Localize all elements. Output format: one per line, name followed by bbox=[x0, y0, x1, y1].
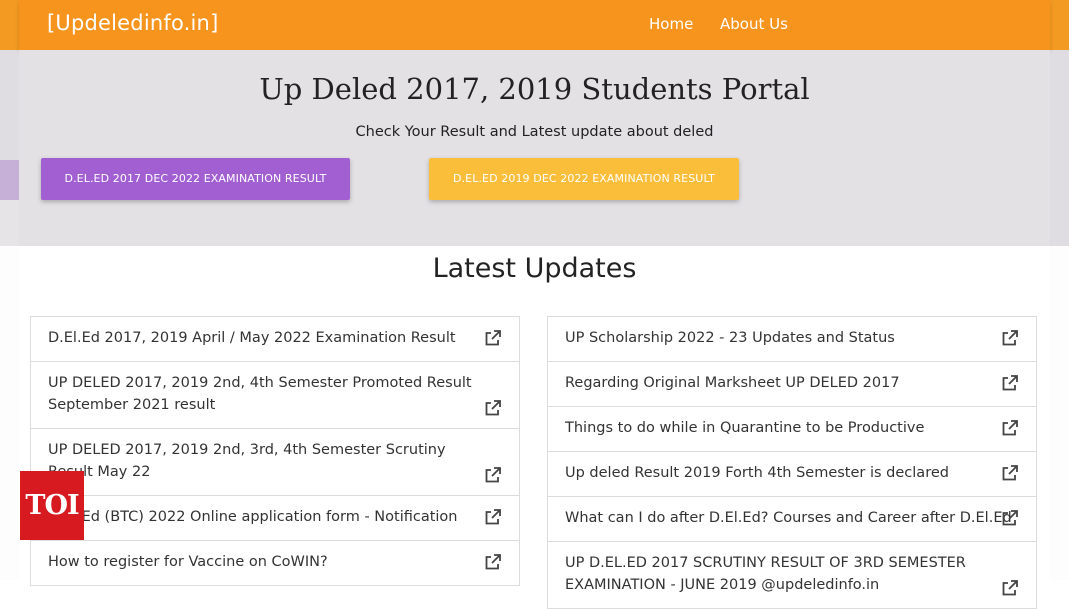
list-item[interactable]: What can I do after D.El.Ed? Courses and… bbox=[548, 497, 1036, 542]
external-link-icon bbox=[1002, 580, 1018, 596]
hero-subtitle: Check Your Result and Latest update abou… bbox=[355, 124, 714, 140]
list-item[interactable]: D.El.Ed 2017, 2019 April / May 2022 Exam… bbox=[31, 317, 519, 362]
external-link-icon bbox=[1002, 510, 1018, 526]
toi-watermark-logo: TOI bbox=[20, 471, 84, 540]
side-strip-left bbox=[0, 0, 19, 580]
side-strip-right bbox=[1050, 0, 1069, 580]
list-item-label: D.El.Ed 2017, 2019 April / May 2022 Exam… bbox=[48, 330, 456, 346]
list-item[interactable]: UP DELED 2017, 2019 2nd, 4th Semester Pr… bbox=[31, 362, 519, 429]
list-item-label: UP Scholarship 2022 - 23 Updates and Sta… bbox=[565, 330, 895, 346]
list-item[interactable]: Things to do while in Quarantine to be P… bbox=[548, 407, 1036, 452]
list-item[interactable]: How to register for Vaccine on CoWIN? bbox=[31, 541, 519, 586]
updates-list-right: UP Scholarship 2022 - 23 Updates and Sta… bbox=[547, 316, 1037, 609]
external-link-icon bbox=[1002, 465, 1018, 481]
list-item-label: UP DELED 2017, 2019 2nd, 3rd, 4th Semest… bbox=[48, 442, 446, 480]
external-link-icon bbox=[485, 554, 501, 570]
list-item-label: Things to do while in Quarantine to be P… bbox=[565, 420, 925, 436]
list-item-label: UP DELED 2017, 2019 2nd, 4th Semester Pr… bbox=[48, 375, 472, 413]
external-link-icon bbox=[1002, 420, 1018, 436]
list-item[interactable]: UP D.EL.ED 2017 SCRUTINY RESULT OF 3RD S… bbox=[548, 542, 1036, 609]
updates-list-left: D.El.Ed 2017, 2019 April / May 2022 Exam… bbox=[30, 316, 520, 586]
list-item-label: What can I do after D.El.Ed? Courses and… bbox=[565, 510, 1012, 526]
external-link-icon bbox=[485, 330, 501, 346]
list-item[interactable]: Regarding Original Marksheet UP DELED 20… bbox=[548, 362, 1036, 407]
external-link-icon bbox=[1002, 330, 1018, 346]
list-item[interactable]: UP Scholarship 2022 - 23 Updates and Sta… bbox=[548, 317, 1036, 362]
deled-2019-result-button[interactable]: D.El.Ed 2019 Dec 2022 Examination Result bbox=[429, 158, 739, 200]
list-item-label: How to register for Vaccine on CoWIN? bbox=[48, 554, 328, 570]
latest-updates-heading: Latest Updates bbox=[432, 253, 637, 284]
nav-about-link[interactable]: About Us bbox=[720, 15, 788, 33]
list-item[interactable]: D.El.Ed (BTC) 2022 Online application fo… bbox=[31, 496, 519, 541]
hero-banner: Up Deled 2017, 2019 Students Portal Chec… bbox=[19, 50, 1050, 246]
hero-title: Up Deled 2017, 2019 Students Portal bbox=[259, 72, 810, 106]
nav-home-link[interactable]: Home bbox=[649, 15, 693, 33]
navbar: [Updeledinfo.in] Home About Us bbox=[19, 0, 1050, 50]
list-item[interactable]: UP DELED 2017, 2019 2nd, 3rd, 4th Semest… bbox=[31, 429, 519, 496]
external-link-icon bbox=[485, 467, 501, 483]
list-item-label: UP D.EL.ED 2017 SCRUTINY RESULT OF 3RD S… bbox=[565, 555, 966, 593]
list-item-label: Regarding Original Marksheet UP DELED 20… bbox=[565, 375, 900, 391]
list-item[interactable]: Up deled Result 2019 Forth 4th Semester … bbox=[548, 452, 1036, 497]
list-item-label: D.El.Ed (BTC) 2022 Online application fo… bbox=[48, 509, 458, 525]
external-link-icon bbox=[1002, 375, 1018, 391]
site-brand-link[interactable]: [Updeledinfo.in] bbox=[47, 11, 218, 35]
deled-2017-result-button[interactable]: D.El.Ed 2017 Dec 2022 Examination Result bbox=[41, 158, 350, 200]
list-item-label: Up deled Result 2019 Forth 4th Semester … bbox=[565, 465, 949, 481]
external-link-icon bbox=[485, 400, 501, 416]
external-link-icon bbox=[485, 509, 501, 525]
